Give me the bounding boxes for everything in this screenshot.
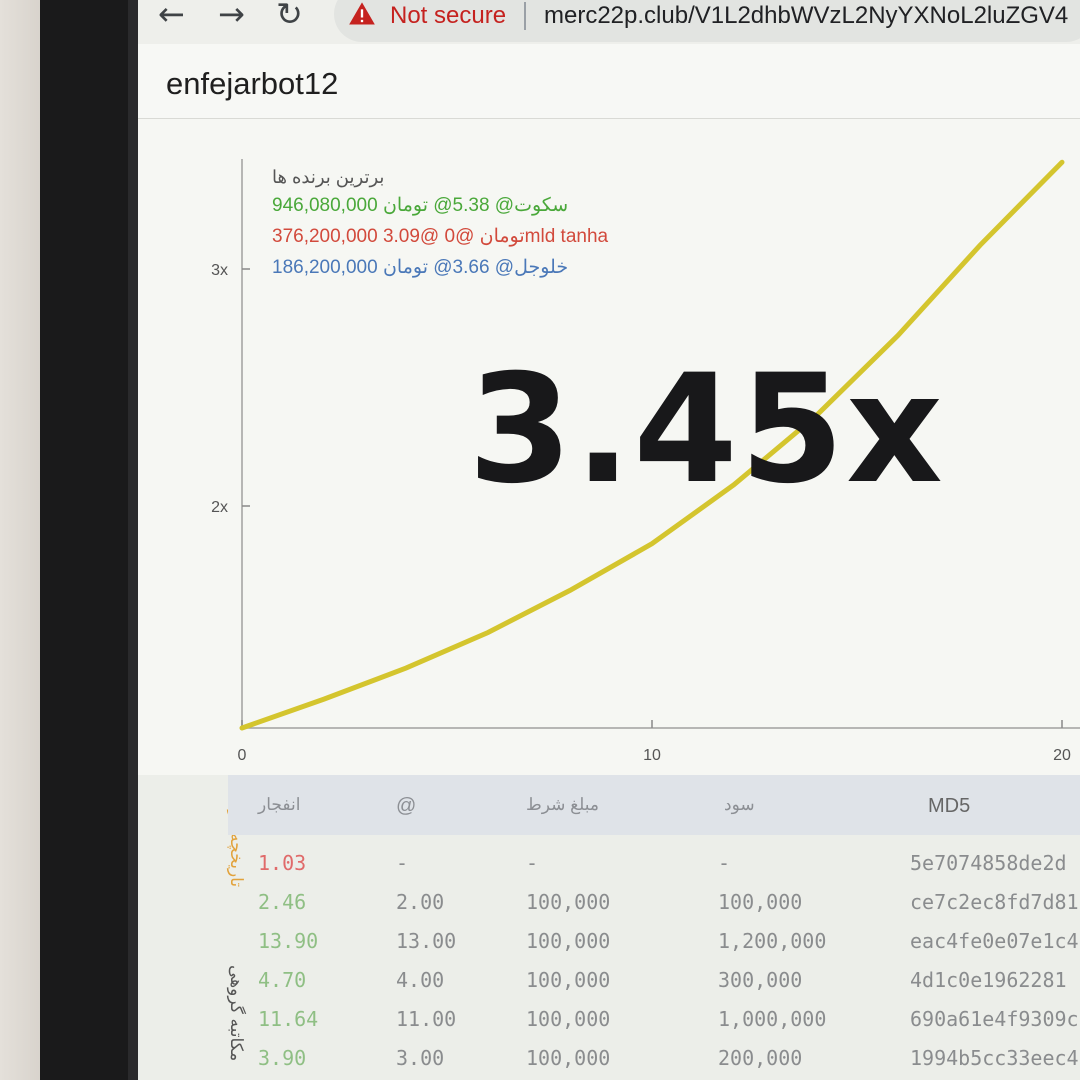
column-header: مبلغ شرط [526,795,599,814]
crash-value: 13.90 [258,929,319,953]
md5-value: eac4fe0e07e1c4 [910,929,1079,953]
cashout-value: 4.00 [396,968,445,992]
y-tick-label: 2x [211,499,228,516]
cashout-value: 2.00 [396,890,445,914]
current-multiplier: 3.45x [468,343,945,517]
profit-value: 300,000 [718,968,803,992]
column-header: MD5 [928,795,971,817]
y-tick-label: 3x [211,262,228,279]
site-header: enfejarbot12 [138,44,1080,119]
x-ticks: 0 10 20 [238,720,1071,764]
cashout-value: - [396,851,409,875]
profit-value: - [718,851,731,875]
crash-chart: 0 10 20 2x 3x برترین برنده ها 946,080,000 س… [138,119,1080,775]
column-header: @ [396,795,417,817]
x-tick-label: 20 [1053,747,1071,764]
top-winners-heading: برترین برنده ها [272,167,385,187]
site-title: enfejarbot12 [166,66,339,101]
bet-value: 100,000 [526,968,611,992]
bet-value: 100,000 [526,890,611,914]
history-row[interactable]: 1.03 - - - 5e7074858de2d [228,845,1080,883]
top-winner-row: 946,080,000 سکوت@ 5.38@ تومان [272,195,569,216]
warning-icon [349,2,375,25]
top-winner-row: 376,200,000 3.09@ تومان @0mld tanha [272,226,609,247]
back-icon[interactable]: ← [158,0,185,34]
crash-value: 4.70 [258,968,307,992]
md5-value: 5e7074858de2d [910,851,1067,875]
address-bar[interactable]: Not secure merc22p.club/V1L2dhbWVzL2NyYX… [334,0,1080,42]
history-row[interactable]: 11.64 11.00 100,000 1,000,000 690a61e4f9… [228,1001,1080,1039]
security-warning[interactable]: Not secure [390,2,506,30]
profit-value: 1,200,000 [718,929,827,953]
address-separator [524,2,526,30]
game-history-panel: تاریخچه بازی مکاتبه گروهی انفجار @ مبلغ … [138,775,1080,1080]
crash-value: 11.64 [258,1007,319,1031]
y-ticks: 2x 3x [211,262,250,516]
history-row[interactable]: 3.90 3.00 100,000 200,000 1994b5cc33eec4 [228,1040,1080,1078]
top-winners: برترین برنده ها 946,080,000 سکوت@ 5.38@ … [272,167,608,287]
column-header: سود [724,795,755,814]
crash-value: 2.46 [258,890,307,914]
cashout-value: 13.00 [396,929,457,953]
x-tick-label: 10 [643,747,661,764]
history-row[interactable]: 13.90 13.00 100,000 1,200,000 eac4fe0e07… [228,923,1080,961]
md5-value: 1994b5cc33eec4 [910,1046,1079,1070]
crash-value: 3.90 [258,1046,307,1070]
profit-value: 100,000 [718,890,803,914]
bet-value: - [526,851,539,875]
top-winner-row: 186,200,000 خلوجل@ 3.66@ تومان [272,257,569,278]
cashout-value: 11.00 [396,1007,457,1031]
profit-value: 1,000,000 [718,1007,827,1031]
browser-window: ← → ↻ Not secure merc22p.club/V1L2dhbWVz… [138,0,1080,1080]
bet-value: 100,000 [526,1007,611,1031]
history-row[interactable]: 4.70 4.00 100,000 300,000 4d1c0e1962281 [228,962,1080,1000]
md5-value: 4d1c0e1962281 [910,968,1067,992]
x-tick-label: 0 [238,747,247,764]
bet-value: 100,000 [526,929,611,953]
browser-toolbar: ← → ↻ Not secure merc22p.club/V1L2dhbWVz… [138,0,1080,45]
column-header: انفجار [258,795,301,814]
md5-value: ce7c2ec8fd7d81 [910,890,1079,914]
reload-icon[interactable]: ↻ [276,0,303,34]
history-row[interactable]: 2.46 2.00 100,000 100,000 ce7c2ec8fd7d81 [228,884,1080,922]
history-table-header: انفجار @ مبلغ شرط سود MD5 [228,775,1080,835]
bet-value: 100,000 [526,1046,611,1070]
url-text[interactable]: merc22p.club/V1L2dhbWVzL2NyYXNoL2luZGV4 [544,2,1068,30]
monitor-bezel [40,0,136,1080]
forward-icon[interactable]: → [218,0,245,34]
md5-value: 690a61e4f9309c [910,1007,1079,1031]
profit-value: 200,000 [718,1046,803,1070]
cashout-value: 3.00 [396,1046,445,1070]
crash-value: 1.03 [258,851,307,875]
